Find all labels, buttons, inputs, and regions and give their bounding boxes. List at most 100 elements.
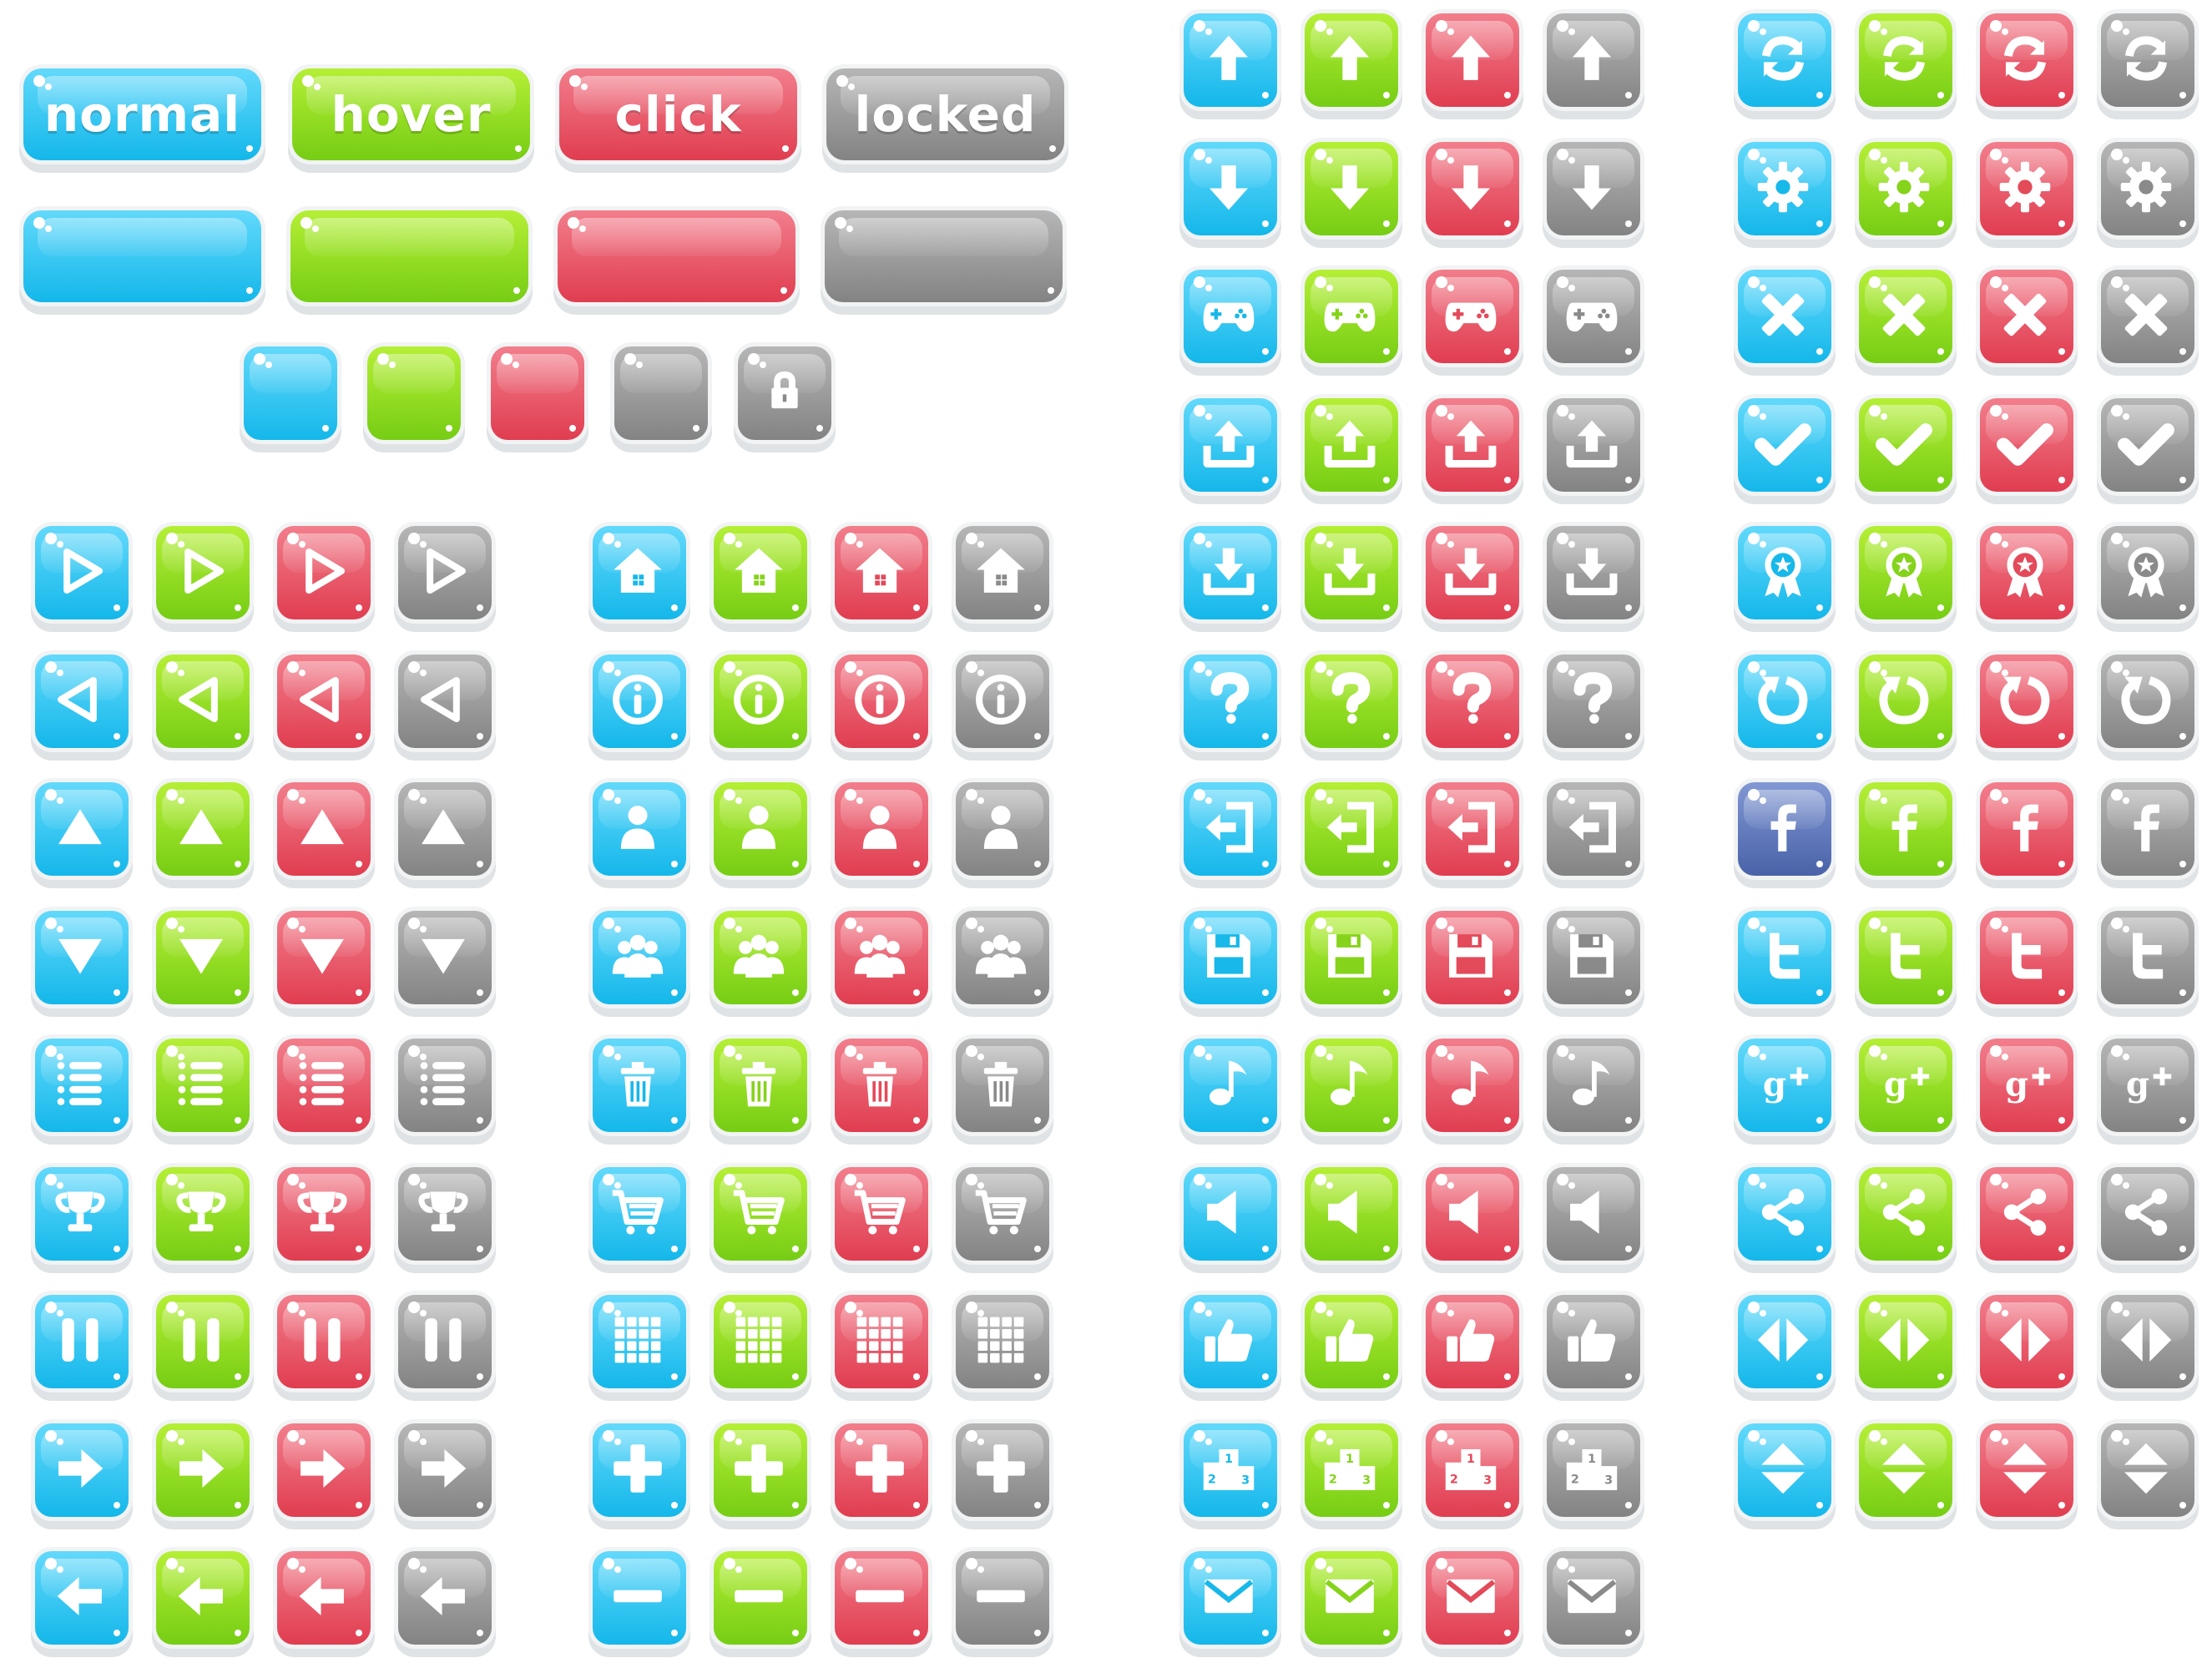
trophy-gray-button[interactable]: [398, 1166, 492, 1261]
gamepad-blue-button[interactable]: [1184, 270, 1277, 363]
podium-gray-button[interactable]: 12 3: [1547, 1423, 1640, 1517]
twitter-blue-button[interactable]: [1738, 910, 1831, 1004]
group-blue-button[interactable]: [593, 910, 686, 1004]
horizontal-arrows-blue-button[interactable]: [1738, 1295, 1831, 1388]
exit-gray-button[interactable]: [1547, 782, 1640, 876]
user-green-button[interactable]: [714, 782, 807, 876]
plus-red-button[interactable]: [835, 1423, 928, 1517]
back-blue-button[interactable]: [35, 654, 129, 748]
music-red-button[interactable]: [1426, 1039, 1519, 1132]
gear-blue-button[interactable]: [1738, 141, 1831, 235]
group-green-button[interactable]: [714, 910, 807, 1004]
like-blue-button[interactable]: [1184, 1295, 1277, 1388]
play-blue-button[interactable]: [35, 526, 129, 619]
hover-button[interactable]: hover: [292, 68, 530, 160]
like-green-button[interactable]: [1305, 1295, 1398, 1388]
facebook-gray-button[interactable]: [2101, 782, 2194, 876]
locked-button[interactable]: locked: [826, 68, 1064, 160]
like-red-button[interactable]: [1426, 1295, 1519, 1388]
user-red-button[interactable]: [835, 782, 928, 876]
arrow-up-blue-button[interactable]: [1184, 13, 1277, 107]
medal-green-button[interactable]: [1859, 526, 1952, 619]
play-green-button[interactable]: [156, 526, 250, 619]
trophy-green-button[interactable]: [156, 1166, 250, 1261]
arrow-left-red-button[interactable]: [277, 1551, 371, 1645]
refresh-blue-button[interactable]: [1738, 13, 1831, 107]
vertical-arrows-gray-button[interactable]: [2101, 1423, 2194, 1517]
twitter-green-button[interactable]: [1859, 910, 1952, 1004]
like-gray-button[interactable]: [1547, 1295, 1640, 1388]
trophy-blue-button[interactable]: [35, 1166, 129, 1261]
arrow-down-green-button[interactable]: [1305, 141, 1398, 235]
upload-gray-button[interactable]: [1547, 397, 1640, 492]
arrow-up-red-button[interactable]: [1426, 13, 1519, 107]
up-triangle-red-button[interactable]: [277, 782, 371, 876]
save-blue-button[interactable]: [1184, 910, 1277, 1004]
close-gray-button[interactable]: [2101, 270, 2194, 363]
user-gray-button[interactable]: [956, 782, 1049, 876]
upload-blue-button[interactable]: [1184, 397, 1277, 492]
google-plus-blue-button[interactable]: g: [1738, 1039, 1831, 1132]
arrow-right-blue-button[interactable]: [35, 1423, 129, 1517]
minus-red-button[interactable]: [835, 1551, 928, 1645]
music-blue-button[interactable]: [1184, 1039, 1277, 1132]
mail-red-button[interactable]: [1426, 1551, 1519, 1645]
grid-gray-button[interactable]: [956, 1295, 1049, 1388]
minus-blue-button[interactable]: [593, 1551, 686, 1645]
pause-green-button[interactable]: [156, 1295, 250, 1388]
check-blue-button[interactable]: [1738, 397, 1831, 492]
save-green-button[interactable]: [1305, 910, 1398, 1004]
arrow-up-green-button[interactable]: [1305, 13, 1398, 107]
music-green-button[interactable]: [1305, 1039, 1398, 1132]
restart-red-button[interactable]: [1980, 654, 2073, 748]
exit-red-button[interactable]: [1426, 782, 1519, 876]
google-plus-red-button[interactable]: g: [1980, 1039, 2073, 1132]
blank-red-button[interactable]: [558, 210, 795, 302]
small-green-button[interactable]: [367, 346, 461, 440]
group-red-button[interactable]: [835, 910, 928, 1004]
gamepad-green-button[interactable]: [1305, 270, 1398, 363]
grid-red-button[interactable]: [835, 1295, 928, 1388]
pause-blue-button[interactable]: [35, 1295, 129, 1388]
download-green-button[interactable]: [1305, 526, 1398, 619]
arrow-up-gray-button[interactable]: [1547, 13, 1640, 107]
facebook-green-button[interactable]: [1859, 782, 1952, 876]
share-blue-button[interactable]: [1738, 1166, 1831, 1261]
down-triangle-red-button[interactable]: [277, 910, 371, 1004]
cart-gray-button[interactable]: [956, 1166, 1049, 1261]
refresh-gray-button[interactable]: [2101, 13, 2194, 107]
question-gray-button[interactable]: [1547, 654, 1640, 748]
download-blue-button[interactable]: [1184, 526, 1277, 619]
music-gray-button[interactable]: [1547, 1039, 1640, 1132]
arrow-right-gray-button[interactable]: [398, 1423, 492, 1517]
share-green-button[interactable]: [1859, 1166, 1952, 1261]
restart-gray-button[interactable]: [2101, 654, 2194, 748]
lock-button[interactable]: [738, 346, 831, 440]
minus-green-button[interactable]: [714, 1551, 807, 1645]
check-gray-button[interactable]: [2101, 397, 2194, 492]
list-blue-button[interactable]: [35, 1039, 129, 1132]
gamepad-gray-button[interactable]: [1547, 270, 1640, 363]
arrow-left-gray-button[interactable]: [398, 1551, 492, 1645]
info-blue-button[interactable]: [593, 654, 686, 748]
down-triangle-gray-button[interactable]: [398, 910, 492, 1004]
medal-red-button[interactable]: [1980, 526, 2073, 619]
cart-red-button[interactable]: [835, 1166, 928, 1261]
up-triangle-blue-button[interactable]: [35, 782, 129, 876]
cart-blue-button[interactable]: [593, 1166, 686, 1261]
play-gray-button[interactable]: [398, 526, 492, 619]
user-blue-button[interactable]: [593, 782, 686, 876]
play-red-button[interactable]: [277, 526, 371, 619]
check-green-button[interactable]: [1859, 397, 1952, 492]
refresh-red-button[interactable]: [1980, 13, 2073, 107]
home-green-button[interactable]: [714, 526, 807, 619]
mail-gray-button[interactable]: [1547, 1551, 1640, 1645]
exit-green-button[interactable]: [1305, 782, 1398, 876]
twitter-red-button[interactable]: [1980, 910, 2073, 1004]
podium-blue-button[interactable]: 12 3: [1184, 1423, 1277, 1517]
gear-gray-button[interactable]: [2101, 141, 2194, 235]
share-gray-button[interactable]: [2101, 1166, 2194, 1261]
save-red-button[interactable]: [1426, 910, 1519, 1004]
list-gray-button[interactable]: [398, 1039, 492, 1132]
trophy-red-button[interactable]: [277, 1166, 371, 1261]
